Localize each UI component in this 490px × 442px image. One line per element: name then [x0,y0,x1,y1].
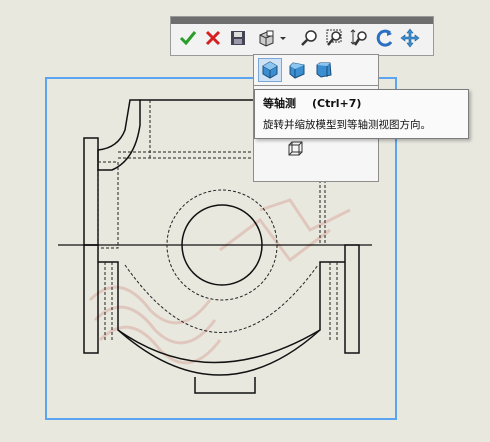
view-toolbar [170,16,434,56]
wireframe-cube-icon[interactable] [286,138,306,158]
x-icon [205,30,221,46]
zoom-in-out-icon [350,29,367,46]
view-orientation-flyout [253,54,379,86]
view-orientation-dropdown[interactable] [277,27,289,49]
toolbar-title-bar[interactable] [171,17,433,24]
isometric-cube-icon [262,61,278,79]
cancel-button[interactable] [202,27,224,49]
zoom-in-out-button[interactable] [348,27,370,49]
pan-icon [400,28,420,48]
save-view-button[interactable] [227,27,249,49]
view-orientation-button[interactable] [255,27,277,49]
chevron-down-icon [280,37,286,40]
zoom-to-fit-button[interactable] [298,27,320,49]
checkmark-icon [179,31,197,46]
rotate-button[interactable] [374,27,396,49]
isometric-view-button[interactable] [258,58,282,82]
trimetric-cube-icon [289,62,305,79]
save-icon [231,31,245,45]
rotate-icon [376,29,393,47]
trimetric-view-button[interactable] [285,58,309,82]
zoom-to-area-button[interactable] [323,27,345,49]
ok-button[interactable] [177,27,199,49]
dimetric-cube-icon [316,62,332,78]
isometric-tooltip: 等轴测 (Ctrl+7) 旋转并缩放模型到等轴测视图方向。 [254,89,469,139]
pan-button[interactable] [399,27,421,49]
tooltip-description: 旋转并缩放模型到等轴测视图方向。 [263,119,431,131]
zoom-area-icon [326,29,342,46]
view-orientation-icon [259,30,274,47]
dimetric-view-button[interactable] [312,58,336,82]
tooltip-shortcut: (Ctrl+7) [312,97,362,110]
tooltip-title: 等轴测 (Ctrl+7) [263,97,362,110]
zoom-fit-icon [301,30,317,46]
